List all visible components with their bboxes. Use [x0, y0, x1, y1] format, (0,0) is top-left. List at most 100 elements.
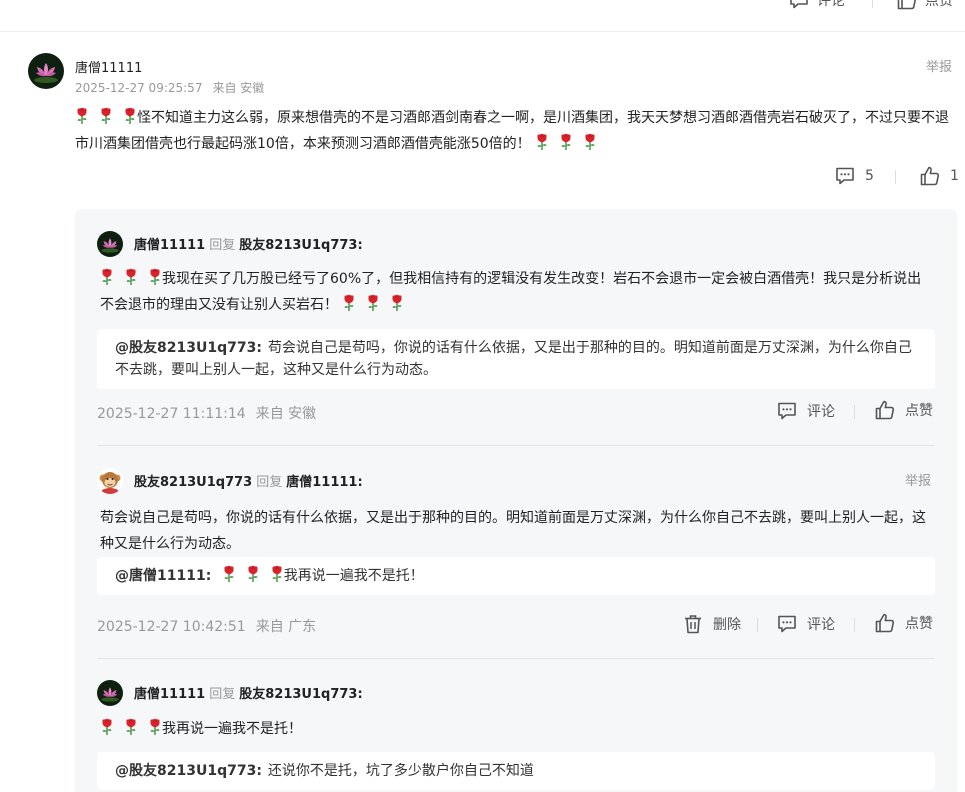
rose-emoji-group: [100, 716, 162, 742]
rose-emoji-group: [342, 292, 404, 318]
reply-username[interactable]: 股友8213U1q773: [134, 475, 252, 490]
like-count: 1: [950, 168, 959, 184]
rose-emoji-icon: [535, 133, 549, 151]
reply-meta: 2025-12-27 10:42:51 来自 广东: [97, 616, 316, 636]
quote-user[interactable]: @唐僧11111:: [115, 568, 211, 584]
top-like-label: 点赞: [925, 0, 953, 9]
avatar[interactable]: [97, 468, 123, 494]
comment-icon: [789, 0, 809, 9]
rose-emoji-icon: [124, 268, 138, 286]
reply-body: 我现在买了几万股已经亏了60%了，但我相信持有的逻辑没有发生改变！岩石不会退市一…: [100, 271, 922, 313]
rose-emoji-icon: [559, 133, 573, 151]
rose-emoji-icon: [583, 133, 597, 151]
report-link[interactable]: 举报: [905, 470, 931, 489]
like-label: 点赞: [905, 616, 933, 632]
reply-text: 我再说一遍我不是托！: [100, 716, 934, 742]
rose-emoji-icon: [390, 294, 404, 312]
thumbs-up-icon: [875, 400, 895, 420]
comment-icon: [777, 615, 797, 633]
reply-text: 我现在买了几万股已经亏了60%了，但我相信持有的逻辑没有发生改变！岩石不会退市一…: [100, 266, 934, 318]
divider: [895, 170, 896, 184]
thumbs-up-icon: [897, 0, 917, 10]
reply-body: 苟会说自己是苟吗，你说的话有什么依据，又是出于那种的目的。明知道前面是万丈深渊，…: [100, 510, 926, 552]
top-action-bar: 评论 点赞: [0, 0, 965, 32]
reply-location: 来自 安徽: [255, 406, 317, 422]
reply-word: 回复: [209, 687, 236, 702]
avatar[interactable]: [28, 53, 64, 89]
reply-word: 回复: [209, 238, 236, 253]
divider: [854, 405, 855, 419]
reply-username[interactable]: 唐僧11111: [134, 687, 205, 702]
reply-delete-button[interactable]: 删除: [683, 614, 741, 634]
avatar[interactable]: [97, 231, 123, 257]
reply-header: 唐僧11111 回复 股友8213U1q773:: [134, 234, 363, 253]
rose-emoji-icon: [99, 107, 113, 125]
avatar[interactable]: [97, 680, 123, 706]
rose-emoji-icon: [75, 107, 89, 125]
rose-emoji-group: [75, 105, 137, 131]
top-comment-button[interactable]: 评论: [789, 0, 845, 10]
delete-label: 删除: [713, 617, 741, 633]
reply-text: 苟会说自己是苟吗，你说的话有什么依据，又是出于那种的目的。明知道前面是万丈深渊，…: [100, 505, 934, 557]
comment-icon: [777, 402, 797, 420]
quote-text: 还说你不是托，坑了多少散户你自己不知道: [267, 763, 534, 779]
comment-location: 来自 安徽: [212, 81, 265, 95]
rose-emoji-icon: [124, 718, 138, 736]
like-label: 点赞: [905, 403, 933, 419]
rose-emoji-icon: [222, 565, 236, 583]
divider: [872, 0, 873, 8]
comment-meta: 2025-12-27 09:25:57 来自 安徽: [75, 79, 264, 96]
rose-emoji-icon: [123, 107, 137, 125]
comment-count: 5: [865, 168, 874, 184]
divider: [757, 618, 758, 632]
divider: [97, 658, 935, 659]
replies-panel: 唐僧11111 回复 股友8213U1q773: 我现在买了几万股已经亏了60%了，…: [75, 209, 957, 792]
rose-emoji-group: [535, 131, 597, 157]
divider: [97, 445, 935, 446]
quoted-comment: @唐僧11111: 我再说一遍我不是托！: [97, 557, 935, 595]
reply-location: 来自 广东: [255, 619, 317, 635]
comment-timestamp: 2025-12-27 09:25:57: [75, 81, 203, 95]
reply-header: 股友8213U1q773 回复 唐僧11111:: [134, 471, 363, 490]
rose-emoji-icon: [246, 565, 260, 583]
reply-timestamp: 2025-12-27 10:42:51: [97, 619, 246, 635]
comment-username[interactable]: 唐僧11111: [75, 57, 142, 76]
rose-emoji-group: [222, 565, 284, 587]
reply-target[interactable]: 唐僧11111:: [286, 475, 362, 490]
top-comment-label: 评论: [817, 0, 845, 9]
comment-body: 怪不知道主力这么弱，原来想借壳的不是习酒郎酒剑南春之一啊，是川酒集团，我天天梦想…: [75, 110, 949, 152]
quote-user[interactable]: @股友8213U1q773:: [115, 340, 262, 356]
rose-emoji-icon: [366, 294, 380, 312]
reply-comment-button[interactable]: 评论: [777, 401, 835, 421]
reply-target[interactable]: 股友8213U1q773:: [239, 238, 362, 253]
divider: [854, 618, 855, 632]
reply-like-button[interactable]: 点赞: [875, 613, 933, 633]
thumbs-up-icon: [875, 613, 895, 633]
main-like-button[interactable]: 1: [920, 166, 959, 186]
reply-comment-button[interactable]: 评论: [777, 614, 835, 634]
report-link[interactable]: 举报: [926, 56, 952, 75]
reply-header: 唐僧11111 回复 股友8213U1q773:: [134, 683, 363, 702]
trash-icon: [683, 614, 703, 634]
reply-username[interactable]: 唐僧11111: [134, 238, 205, 253]
comment-label: 评论: [807, 617, 835, 633]
reply-target[interactable]: 股友8213U1q773:: [239, 687, 362, 702]
reply-word: 回复: [256, 475, 283, 490]
quote-text: 我再说一遍我不是托！: [283, 568, 424, 584]
comment-text: 怪不知道主力这么弱，原来想借壳的不是习酒郎酒剑南春之一啊，是川酒集团，我天天梦想…: [75, 105, 960, 157]
rose-emoji-icon: [270, 565, 284, 583]
rose-emoji-icon: [148, 268, 162, 286]
main-comment-button[interactable]: 5: [835, 167, 874, 185]
reply-timestamp: 2025-12-27 11:11:14: [97, 406, 246, 422]
quoted-comment: @股友8213U1q773: 还说你不是托，坑了多少散户你自己不知道: [97, 752, 935, 790]
quoted-comment: @股友8213U1q773: 苟会说自己是苟吗，你说的话有什么依据，又是出于那种的…: [97, 329, 935, 389]
rose-emoji-icon: [100, 718, 114, 736]
rose-emoji-group: [100, 266, 162, 292]
comment-label: 评论: [807, 404, 835, 420]
top-like-button[interactable]: 点赞: [897, 0, 953, 10]
rose-emoji-icon: [148, 718, 162, 736]
comment-icon: [835, 167, 855, 185]
quote-user[interactable]: @股友8213U1q773:: [115, 763, 262, 779]
thumbs-up-icon: [920, 166, 940, 186]
reply-like-button[interactable]: 点赞: [875, 400, 933, 420]
